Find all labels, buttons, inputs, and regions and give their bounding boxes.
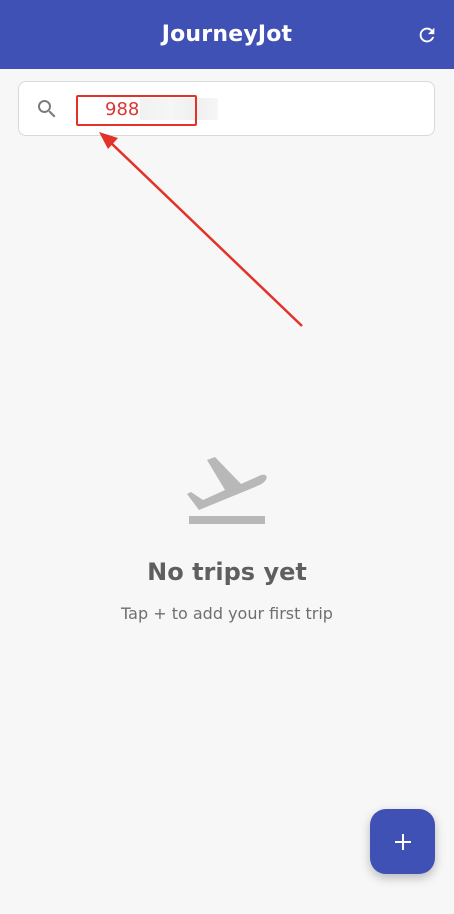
refresh-icon: [419, 27, 435, 43]
annotation-highlight-box: [76, 95, 197, 126]
empty-state-title: No trips yet: [147, 558, 307, 586]
flight-takeoff-icon: [187, 457, 267, 524]
refresh-button[interactable]: [414, 22, 440, 48]
app-screen: JourneyJot No trips yet Tap + to add you…: [0, 0, 454, 914]
add-trip-button[interactable]: [370, 809, 435, 874]
empty-state: No trips yet Tap + to add your first tri…: [0, 450, 454, 623]
empty-state-subtitle: Tap + to add your first trip: [121, 604, 333, 623]
search-icon: [38, 100, 56, 118]
app-bar: JourneyJot: [0, 0, 454, 69]
app-title: JourneyJot: [161, 22, 293, 47]
plus-icon: [394, 833, 411, 850]
